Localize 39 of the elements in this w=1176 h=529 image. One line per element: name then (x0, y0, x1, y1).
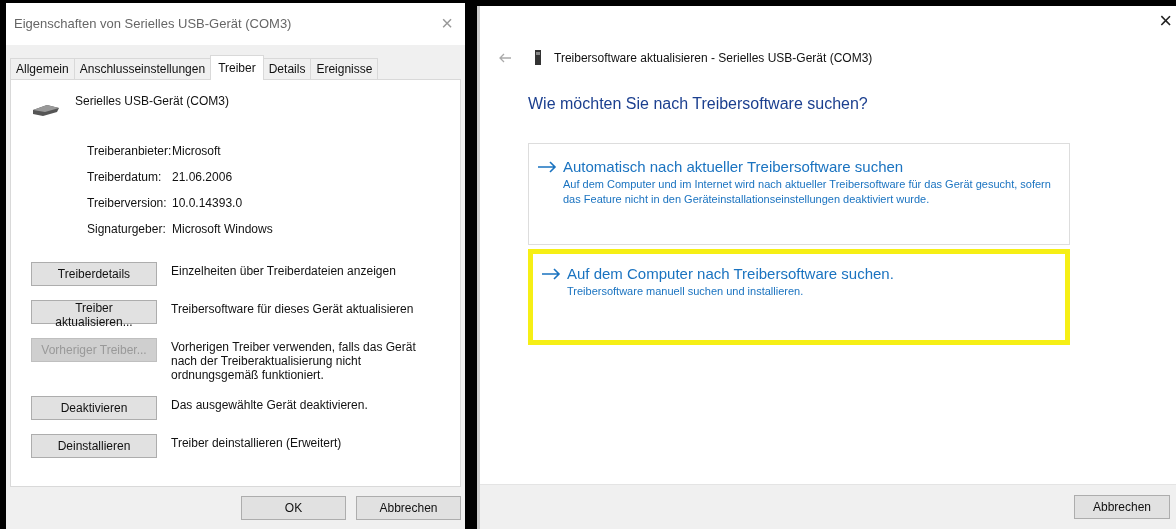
action-description: Treiber deinstallieren (Erweitert) (171, 434, 343, 450)
tab[interactable]: Anschlusseinstellungen (73, 57, 212, 79)
info-label: Treiberanbieter: (87, 143, 172, 158)
wizard-heading: Wie möchten Sie nach Treibersoftware suchen? (528, 95, 869, 113)
search-option[interactable] (528, 143, 1070, 245)
arrow-icon (537, 160, 557, 173)
dialog-button[interactable]: OK (241, 496, 346, 520)
search-option[interactable]: Auf dem Computer nach Treibersoftware suchen. Treibersoftware manuell suchen und installieren. (528, 249, 1070, 345)
info-value: Microsoft Windows (172, 221, 273, 236)
device-icon (534, 50, 542, 65)
action-button[interactable]: Deinstallieren (31, 433, 157, 458)
info-value: Microsoft (172, 143, 222, 158)
action-button[interactable]: Deaktivieren (31, 395, 157, 420)
action-description: Vorherigen Treiber verwenden, falls das Gerät nach der Treiberaktualisierung nicht ordnungsgemäß funktioniert. (171, 338, 417, 382)
close-button[interactable]: × (1155, 6, 1176, 36)
window-title: Eigenschaften von Serielles USB-Gerät (COM3) (14, 16, 292, 32)
back-arrow-icon[interactable] (498, 52, 512, 63)
action-button[interactable]: Treiber aktualisieren... (31, 299, 157, 324)
arrow-icon (541, 267, 561, 280)
device-name: Serielles USB-Gerät (COM3) (75, 93, 230, 108)
action-description: Das ausgewählte Gerät deaktivieren. (171, 396, 369, 412)
wizard-title: Treibersoftware aktualisieren - Serielles USB-Gerät (COM3) (554, 50, 873, 65)
tab[interactable]: Ereignisse (310, 57, 379, 79)
option-description: Treibersoftware manuell suchen und installieren. (567, 284, 805, 299)
action-button[interactable]: Treiberdetails (31, 261, 157, 286)
option-description: Auf dem Computer und im Internet wird nach aktueller Treibersoftware für das Gerät gesucht, sofern das Feature nicht in den Geräteinstallationseinstellungen deaktiviert wurde. (563, 177, 1052, 207)
action-description: Einzelheiten über Treiberdateien anzeigen (171, 262, 397, 278)
option-title: Auf dem Computer nach Treibersoftware suchen. (567, 265, 894, 282)
option-title: Automatisch nach aktueller Treibersoftware suchen (563, 158, 904, 175)
info-label: Signaturgeber: (87, 221, 167, 236)
info-value: 10.0.14393.0 (172, 195, 244, 210)
cancel-button[interactable]: Abbrechen (1074, 495, 1170, 519)
info-label: Treiberversion: (87, 195, 168, 210)
action-description: Treibersoftware für dieses Gerät aktualisieren (171, 300, 415, 316)
dialog-button[interactable]: Abbrechen (356, 496, 461, 520)
info-label: Treiberdatum: (87, 169, 163, 184)
info-value: 21.06.2006 (172, 169, 234, 184)
tab[interactable]: Treiber (210, 54, 264, 80)
tab[interactable]: Allgemein (10, 57, 75, 79)
